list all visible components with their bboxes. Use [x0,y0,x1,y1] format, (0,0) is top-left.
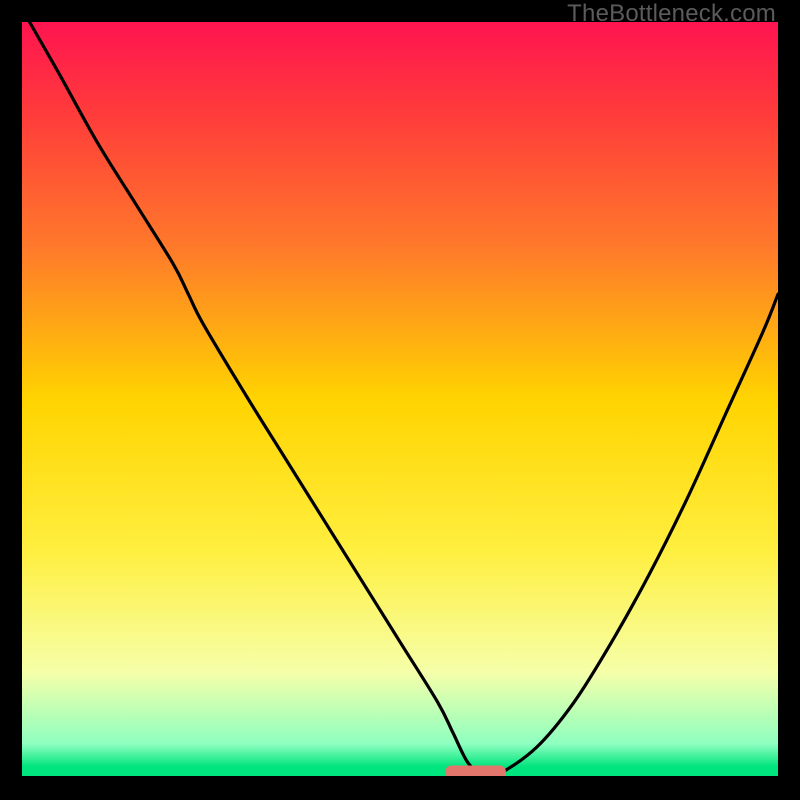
bottleneck-chart [22,22,778,778]
watermark-text: TheBottleneck.com [567,0,776,28]
gradient-background [22,22,778,778]
chart-frame [22,22,778,778]
